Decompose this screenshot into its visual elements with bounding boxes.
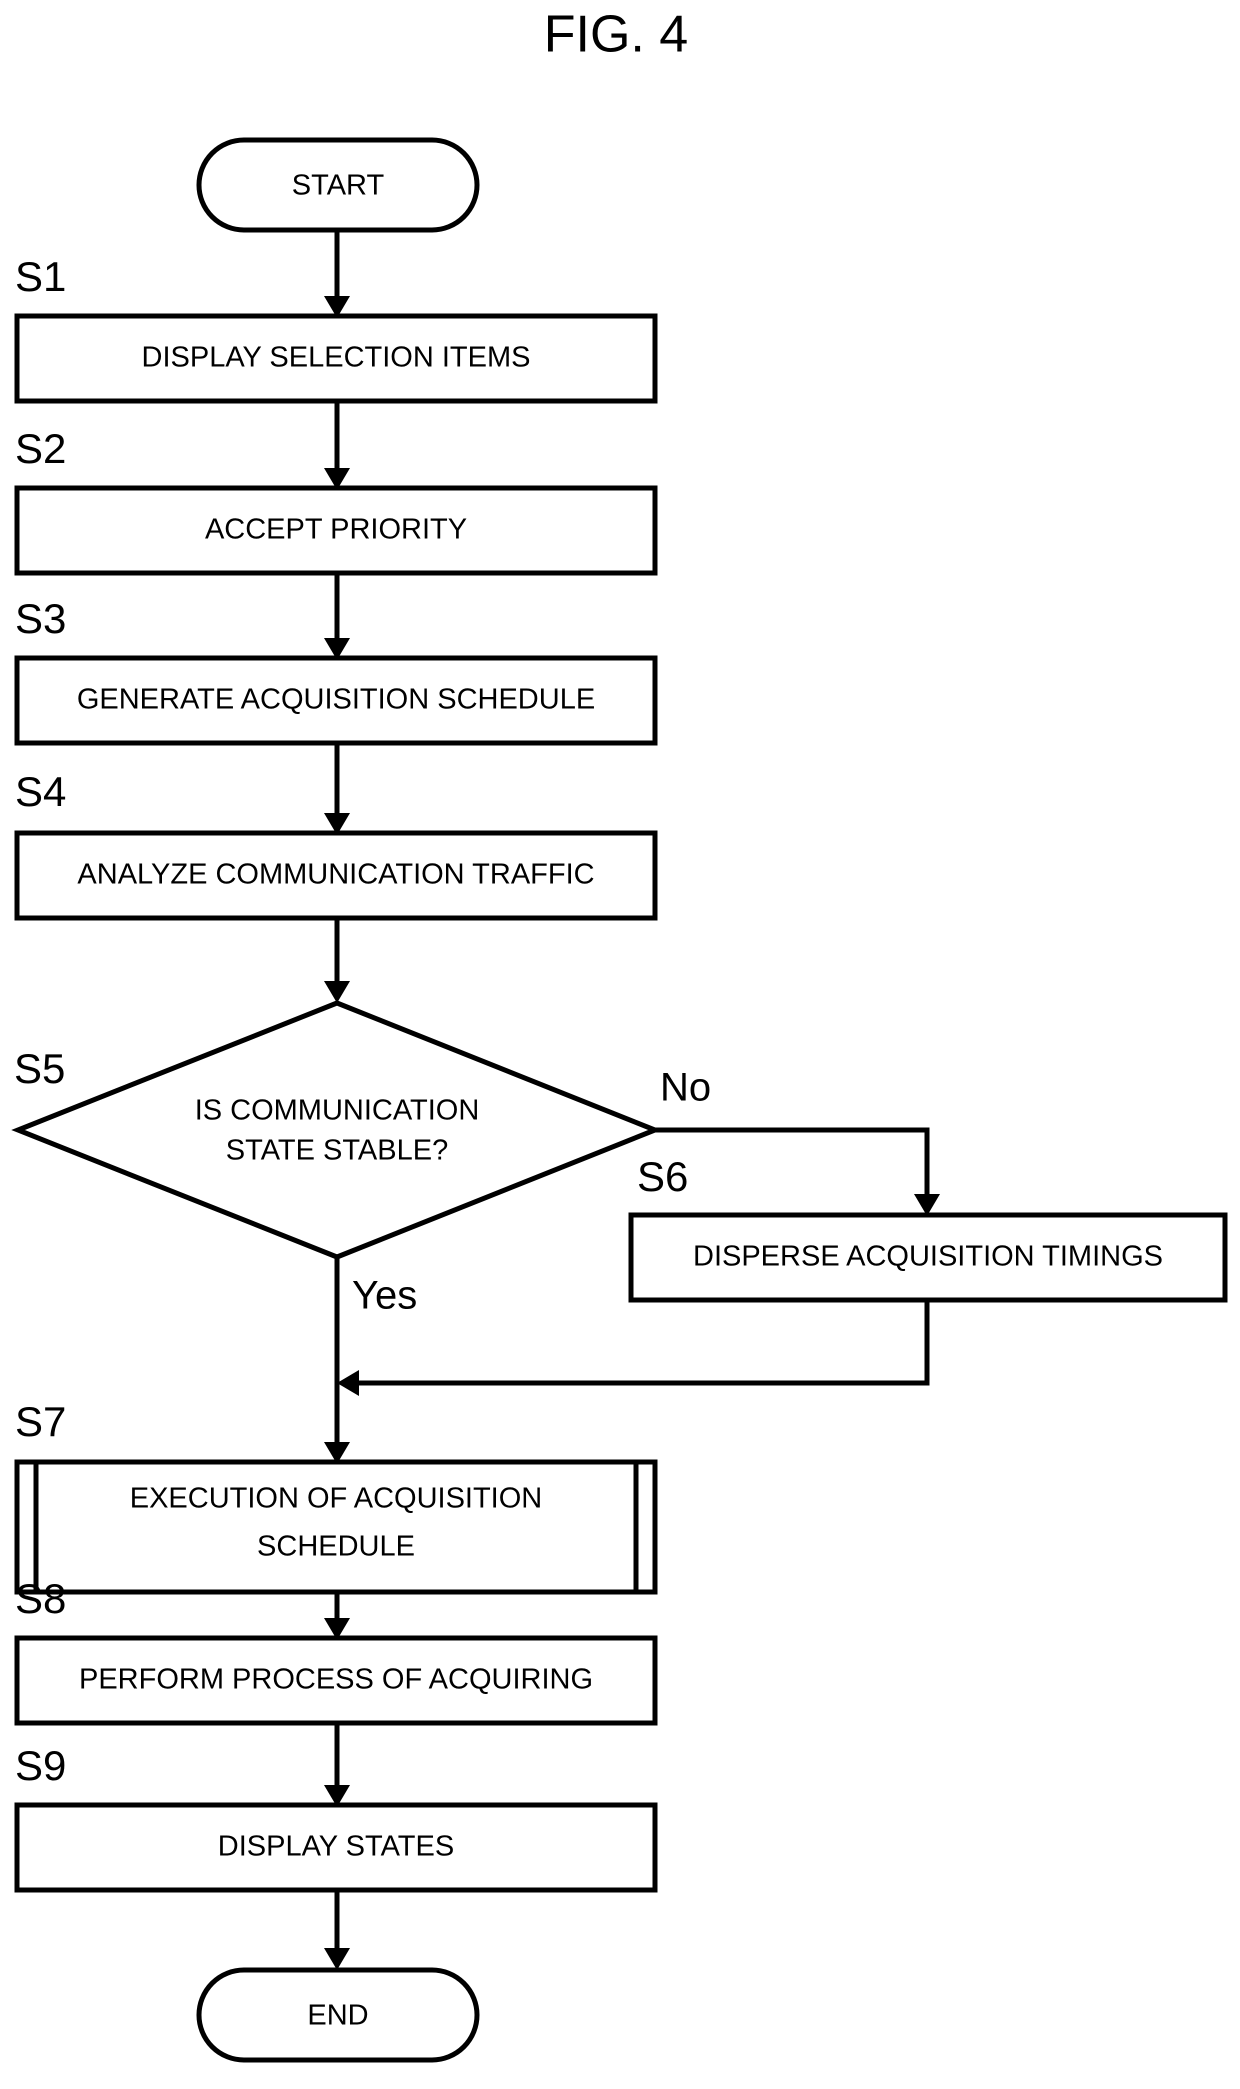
process-label-s3: GENERATE ACQUISITION SCHEDULE (77, 684, 595, 716)
process-label-s1: DISPLAY SELECTION ITEMS (142, 342, 531, 374)
process-label-s2: ACCEPT PRIORITY (205, 514, 467, 546)
process-label-s6: DISPERSE ACQUISITION TIMINGS (693, 1241, 1163, 1273)
figure-canvas: FIG. 4 START S1 DISPLAY SELECTION ITEMS … (0, 0, 1240, 2089)
predefined-label-s7-line2: SCHEDULE (257, 1531, 415, 1563)
decision-diamond-s5 (11, 1000, 662, 1260)
flowchart-svg: FIG. 4 START S1 DISPLAY SELECTION ITEMS … (11, 6, 1228, 2063)
predefined-process-box-s7 (14, 1459, 658, 1595)
step-label-s9: S9 (15, 1742, 66, 1789)
step-label-s7: S7 (15, 1398, 66, 1445)
branch-label-yes: Yes (352, 1274, 417, 1318)
decision-label-s5-line2: STATE STABLE? (226, 1135, 448, 1167)
arrowhead-s4-to-s5 (324, 981, 350, 1003)
decision-label-s5-line1: IS COMMUNICATION (195, 1095, 480, 1127)
step-label-s8: S8 (15, 1575, 66, 1622)
process-label-s9: DISPLAY STATES (218, 1831, 454, 1863)
start-label: START (292, 170, 385, 202)
predefined-label-s7-line1: EXECUTION OF ACQUISITION (130, 1483, 543, 1515)
step-label-s3: S3 (15, 595, 66, 642)
arrowhead-s9-to-end (324, 1948, 350, 1970)
step-label-s5: S5 (14, 1045, 65, 1092)
arrowhead-merge-to-spine (337, 1370, 359, 1396)
end-label: END (307, 2000, 368, 2032)
branch-label-no: No (660, 1066, 711, 1110)
connector-s5-no-to-s6 (655, 1127, 930, 1198)
step-label-s4: S4 (15, 768, 66, 815)
process-label-s8: PERFORM PROCESS OF ACQUIRING (79, 1664, 593, 1696)
figure-title: FIG. 4 (544, 6, 688, 64)
step-label-s6: S6 (637, 1153, 688, 1200)
step-label-s1: S1 (15, 253, 66, 300)
connector-s6-merge (355, 1300, 930, 1386)
step-label-s2: S2 (15, 425, 66, 472)
process-label-s4: ANALYZE COMMUNICATION TRAFFIC (77, 859, 594, 891)
